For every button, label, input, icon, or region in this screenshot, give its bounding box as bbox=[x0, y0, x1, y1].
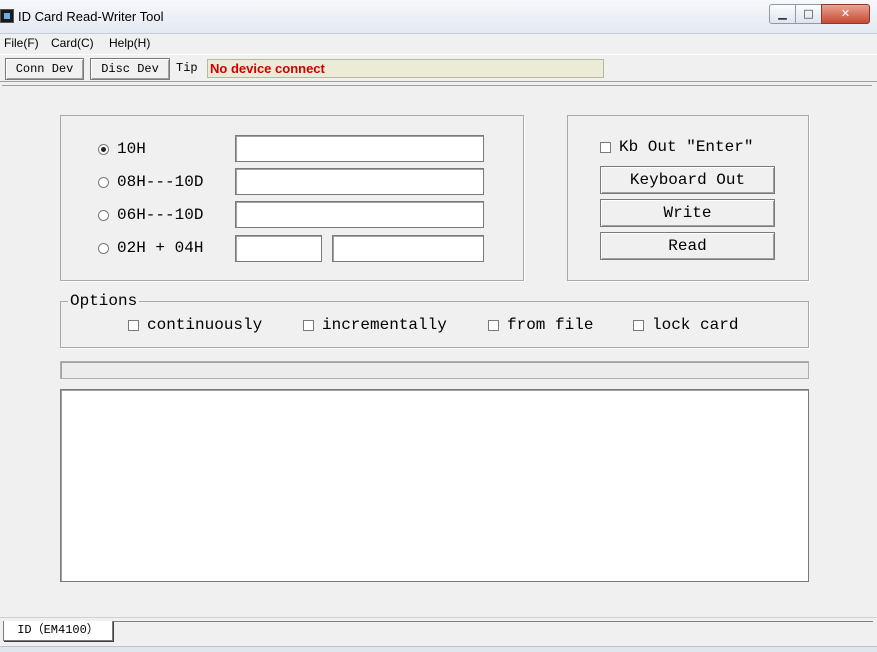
maximize-button[interactable]: □ bbox=[795, 4, 822, 24]
progress-bar bbox=[60, 361, 809, 379]
app-icon bbox=[0, 9, 14, 23]
radio-label-06h-10d: 06H---10D bbox=[117, 206, 204, 224]
kb-out-enter-checkbox[interactable]: Kb Out "Enter" bbox=[600, 137, 753, 157]
hex06-field[interactable] bbox=[235, 201, 484, 228]
menu-help[interactable]: Help(H) bbox=[109, 36, 150, 50]
checkbox[interactable] bbox=[488, 319, 499, 331]
hex08-field[interactable] bbox=[235, 168, 484, 195]
disc-dev-button[interactable]: Disc Dev bbox=[90, 58, 170, 80]
radio-08h-10d[interactable]: 08H---10D bbox=[98, 172, 203, 192]
kb-out-enter-label: Kb Out "Enter" bbox=[619, 138, 754, 156]
hex04-field[interactable] bbox=[332, 235, 484, 262]
lock-card-label: lock card bbox=[652, 316, 739, 334]
incrementally-label: incrementally bbox=[322, 316, 447, 334]
tab-divider bbox=[113, 621, 873, 622]
radio-label-08h-10d: 08H---10D bbox=[117, 173, 204, 191]
radio-button-checked[interactable] bbox=[98, 143, 109, 155]
toolbar: Conn Dev Disc Dev Tip No device connect bbox=[0, 54, 877, 82]
read-button[interactable]: Read bbox=[600, 232, 775, 260]
output-log[interactable] bbox=[60, 389, 809, 582]
conn-dev-button[interactable]: Conn Dev bbox=[5, 58, 84, 80]
menu-card[interactable]: Card(C) bbox=[51, 36, 94, 50]
checkbox[interactable] bbox=[633, 319, 644, 331]
minimize-button[interactable]: ▁ bbox=[769, 4, 796, 24]
radio-10h[interactable]: 10H bbox=[98, 139, 146, 159]
from-file-label: from file bbox=[507, 316, 594, 334]
hex02-field[interactable] bbox=[235, 235, 322, 262]
continuously-label: continuously bbox=[147, 316, 263, 334]
close-button[interactable]: ✕ bbox=[821, 4, 870, 24]
keyboard-out-button[interactable]: Keyboard Out bbox=[600, 166, 775, 194]
write-button[interactable]: Write bbox=[600, 199, 775, 227]
checkbox[interactable] bbox=[600, 141, 611, 153]
hex10-field[interactable] bbox=[235, 135, 484, 162]
maximize-icon: □ bbox=[803, 7, 814, 20]
tip-status: No device connect bbox=[207, 59, 604, 78]
tab-id-em4100[interactable]: ID（EM4100） bbox=[3, 621, 113, 641]
radio-06h-10d[interactable]: 06H---10D bbox=[98, 205, 203, 225]
radio-button[interactable] bbox=[98, 209, 109, 221]
menu-file[interactable]: File(F) bbox=[4, 36, 39, 50]
close-icon: ✕ bbox=[840, 7, 851, 20]
from-file-checkbox[interactable]: from file bbox=[488, 315, 593, 335]
minimize-icon: ▁ bbox=[778, 7, 787, 20]
lock-card-checkbox[interactable]: lock card bbox=[633, 315, 738, 335]
radio-label-10h: 10H bbox=[117, 140, 146, 158]
checkbox[interactable] bbox=[128, 319, 139, 331]
menu-bar: File(F) Card(C) Help(H) bbox=[0, 34, 877, 53]
continuously-checkbox[interactable]: continuously bbox=[128, 315, 262, 335]
options-legend: Options bbox=[68, 292, 140, 310]
incrementally-checkbox[interactable]: incrementally bbox=[303, 315, 447, 335]
title-bar: ID Card Read-Writer Tool ▁ □ ✕ bbox=[0, 0, 877, 34]
radio-label-02h-04h: 02H + 04H bbox=[117, 239, 204, 257]
checkbox[interactable] bbox=[303, 319, 314, 331]
radio-button[interactable] bbox=[98, 242, 109, 254]
radio-02h-04h[interactable]: 02H + 04H bbox=[98, 238, 203, 258]
radio-button[interactable] bbox=[98, 176, 109, 188]
window-title: ID Card Read-Writer Tool bbox=[18, 9, 164, 24]
tip-label: Tip bbox=[176, 61, 198, 75]
window-bottom-border bbox=[0, 646, 877, 652]
